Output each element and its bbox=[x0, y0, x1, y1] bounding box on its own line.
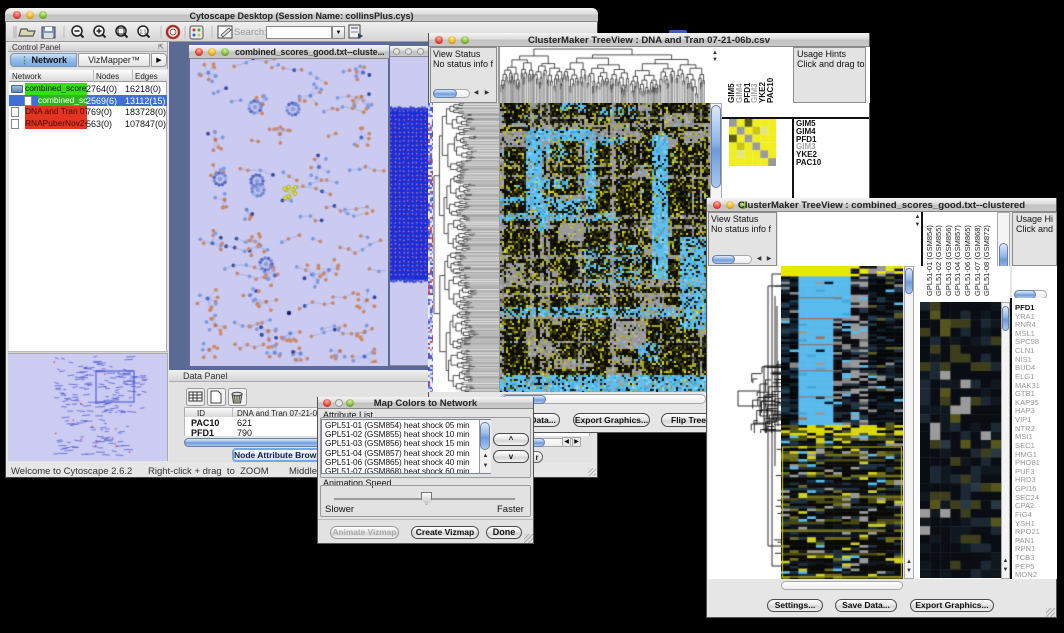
svg-text:1:1: 1:1 bbox=[140, 30, 147, 36]
